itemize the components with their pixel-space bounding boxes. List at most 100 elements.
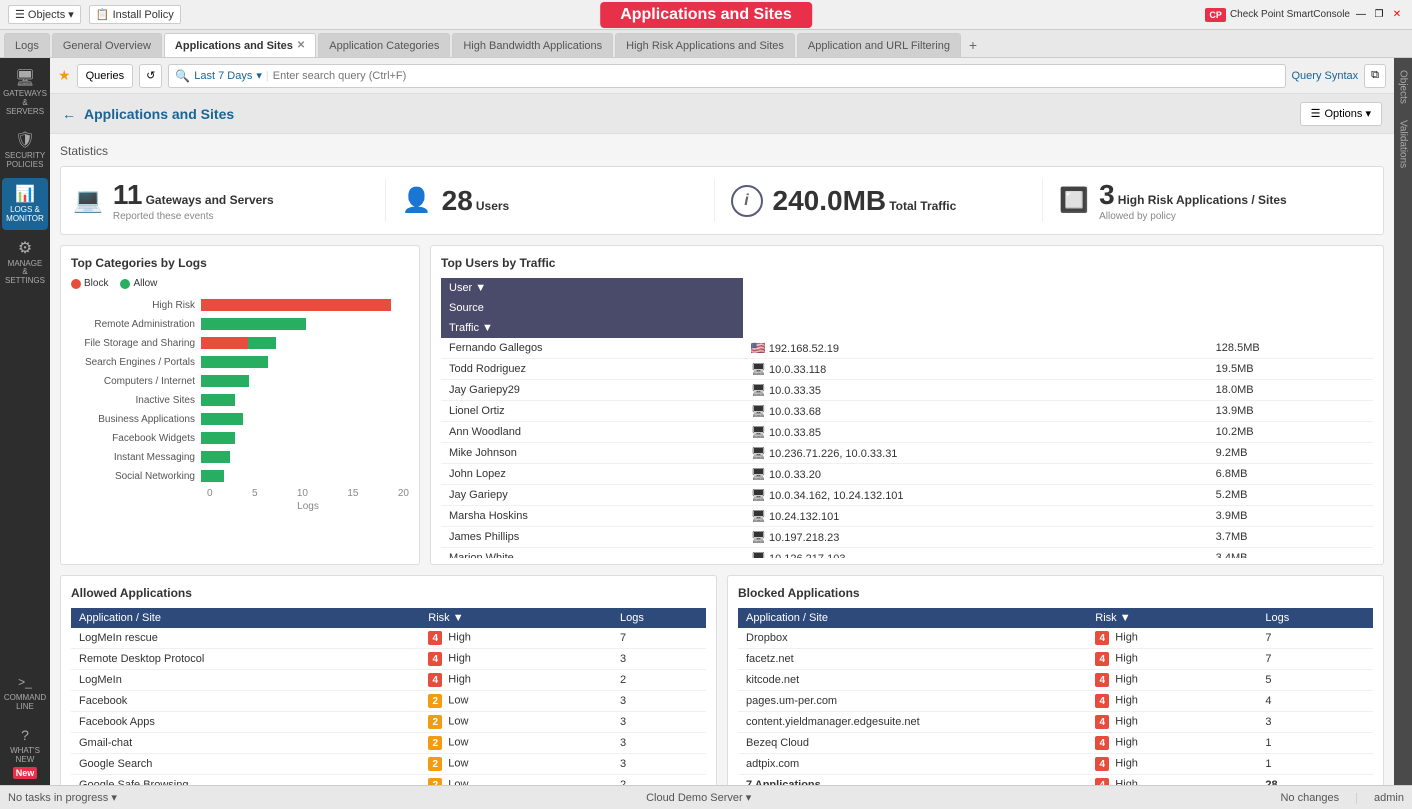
- col-logs[interactable]: Logs: [612, 608, 706, 628]
- table-row[interactable]: Lionel Ortiz 🖥 10.0.33.68 13.9MB: [441, 401, 1373, 422]
- table-row[interactable]: Jay Gariepy29 🖥 10.0.33.35 18.0MB: [441, 380, 1373, 401]
- table-row[interactable]: Google Safe Browsing 2 Low 2: [71, 775, 706, 786]
- risk-badge: 4: [1095, 736, 1109, 750]
- table-row[interactable]: Todd Rodriguez 🖥 10.0.33.118 19.5MB: [441, 359, 1373, 380]
- table-row[interactable]: Google Search 2 Low 3: [71, 754, 706, 775]
- search-input[interactable]: [273, 70, 1279, 82]
- col-blocked-app[interactable]: Application / Site: [738, 608, 1087, 628]
- block-dot: [71, 279, 81, 289]
- queries-button[interactable]: Queries: [77, 64, 134, 88]
- traffic-cell: 128.5MB: [1208, 338, 1373, 359]
- query-syntax-link[interactable]: Query Syntax: [1292, 70, 1359, 82]
- tab-logs[interactable]: Logs: [4, 33, 50, 57]
- top-categories-chart: Top Categories by Logs Block Allow: [60, 245, 420, 565]
- changes-status: No changes: [1280, 792, 1339, 804]
- refresh-button[interactable]: ↺: [139, 64, 162, 88]
- risk-badge: 2: [428, 736, 442, 750]
- close-button[interactable]: ✕: [1390, 8, 1404, 22]
- sidebar-item-security[interactable]: 🛡 SECURITY POLICIES: [2, 124, 48, 176]
- gateways-label: Gateways and Servers: [146, 193, 274, 207]
- table-row[interactable]: content.yieldmanager.edgesuite.net 4 Hig…: [738, 712, 1373, 733]
- gateways-icon: 🖥: [15, 68, 35, 88]
- refresh-icon: ↺: [146, 69, 155, 82]
- title-bar-left: ☰ Objects ▾ 📋 Install Policy: [8, 5, 181, 24]
- table-row[interactable]: adtpix.com 4 High 1: [738, 754, 1373, 775]
- user-cell: Marion White: [441, 548, 743, 559]
- risk-badge: 4: [428, 673, 442, 687]
- tab-bar: Logs General Overview Applications and S…: [0, 30, 1412, 58]
- back-button[interactable]: ←: [62, 106, 76, 122]
- table-row[interactable]: pages.um-per.com 4 High 4: [738, 691, 1373, 712]
- table-row[interactable]: Ann Woodland 🖥 10.0.33.85 10.2MB: [441, 422, 1373, 443]
- bar-row-facebook: Facebook Widgets: [71, 430, 409, 446]
- table-row[interactable]: Bezeq Cloud 4 High 1: [738, 733, 1373, 754]
- table-row[interactable]: Remote Desktop Protocol 4 High 3: [71, 649, 706, 670]
- table-row[interactable]: LogMeIn rescue 4 High 7: [71, 628, 706, 649]
- col-traffic[interactable]: Traffic ▼: [441, 318, 743, 338]
- tab-close-icon[interactable]: ✕: [297, 40, 305, 51]
- objects-panel-label[interactable]: Objects: [1396, 62, 1411, 112]
- tasks-status[interactable]: No tasks in progress ▾: [8, 791, 117, 804]
- app-cell: Facebook: [71, 691, 420, 712]
- high-risk-sub: Allowed by policy: [1099, 211, 1287, 222]
- table-row[interactable]: 7 Applications 4 High 28: [738, 775, 1373, 786]
- col-source[interactable]: Source: [441, 298, 743, 318]
- new-badge: New: [13, 767, 38, 779]
- col-risk[interactable]: Risk ▼: [420, 608, 612, 628]
- user-cell: Ann Woodland: [441, 422, 743, 443]
- table-row[interactable]: Facebook Apps 2 Low 3: [71, 712, 706, 733]
- risk-cell: 4 High: [1087, 628, 1257, 649]
- bar-chart: High Risk Remote Administration: [71, 297, 409, 512]
- sidebar-item-whats-new[interactable]: ? WHAT'S NEW New: [2, 719, 48, 785]
- tab-high-risk[interactable]: High Risk Applications and Sites: [615, 33, 795, 57]
- maximize-button[interactable]: ❐: [1372, 8, 1386, 22]
- table-row[interactable]: LogMeIn 4 High 2: [71, 670, 706, 691]
- table-row[interactable]: Marion White 🖥 10.126.217.103 3.4MB: [441, 548, 1373, 559]
- table-row[interactable]: James Phillips 🖥 10.197.218.23 3.7MB: [441, 527, 1373, 548]
- bar-green: [201, 318, 306, 330]
- col-user[interactable]: User ▼: [441, 278, 743, 298]
- sidebar-item-logs[interactable]: 📊 LOGS & MONITOR: [2, 178, 48, 230]
- risk-badge: 2: [428, 757, 442, 771]
- star-icon: ★: [58, 67, 71, 84]
- table-row[interactable]: Facebook 2 Low 3: [71, 691, 706, 712]
- table-row[interactable]: Fernando Gallegos 🇺🇸 192.168.52.19 128.5…: [441, 338, 1373, 359]
- table-row[interactable]: facetz.net 4 High 7: [738, 649, 1373, 670]
- table-row[interactable]: Mike Johnson 🖥 10.236.71.226, 10.0.33.31…: [441, 443, 1373, 464]
- table-row[interactable]: kitcode.net 4 High 5: [738, 670, 1373, 691]
- table-row[interactable]: Marsha Hoskins 🖥 10.24.132.101 3.9MB: [441, 506, 1373, 527]
- table-row[interactable]: Gmail-chat 2 Low 3: [71, 733, 706, 754]
- tab-application-categories[interactable]: Application Categories: [318, 33, 450, 57]
- options-button[interactable]: ☰ Options ▾: [1300, 102, 1382, 126]
- user-cell: Jay Gariepy: [441, 485, 743, 506]
- bar-track: [201, 356, 409, 368]
- col-app-site[interactable]: Application / Site: [71, 608, 420, 628]
- categories-legend: Block Allow: [71, 278, 409, 289]
- tab-add-button[interactable]: +: [963, 33, 983, 57]
- tab-url-filtering[interactable]: Application and URL Filtering: [797, 33, 961, 57]
- sidebar-item-manage[interactable]: ⚙ MANAGE & SETTINGS: [2, 232, 48, 292]
- col-blocked-risk[interactable]: Risk ▼: [1087, 608, 1257, 628]
- high-risk-label: High Risk Applications / Sites: [1118, 193, 1287, 207]
- sidebar-item-gateways[interactable]: 🖥 GATEWAYS & SERVERS: [2, 62, 48, 122]
- app-cell: facetz.net: [738, 649, 1087, 670]
- copy-button[interactable]: ⧉: [1364, 64, 1386, 88]
- bar-green: [201, 413, 243, 425]
- table-row[interactable]: Dropbox 4 High 7: [738, 628, 1373, 649]
- col-blocked-logs[interactable]: Logs: [1257, 608, 1373, 628]
- tab-applications-sites[interactable]: Applications and Sites ✕: [164, 33, 316, 57]
- tab-high-bandwidth[interactable]: High Bandwidth Applications: [452, 33, 613, 57]
- menu-install-policy[interactable]: 📋 Install Policy: [89, 5, 181, 24]
- minimize-button[interactable]: —: [1354, 8, 1368, 22]
- blocked-apps-title: Blocked Applications: [738, 586, 1373, 600]
- logs-cell: 3: [612, 691, 706, 712]
- menu-objects[interactable]: ☰ Objects ▾: [8, 5, 81, 24]
- validations-panel-label[interactable]: Validations: [1396, 112, 1411, 176]
- sidebar-item-command-line[interactable]: >_ COMMAND LINE: [2, 666, 48, 718]
- table-row[interactable]: Jay Gariepy 🖥 10.0.34.162, 10.24.132.101…: [441, 485, 1373, 506]
- time-filter-button[interactable]: Last 7 Days ▾: [194, 64, 262, 88]
- tab-general-overview[interactable]: General Overview: [52, 33, 162, 57]
- charts-row: Top Categories by Logs Block Allow: [60, 245, 1384, 565]
- table-row[interactable]: John Lopez 🖥 10.0.33.20 6.8MB: [441, 464, 1373, 485]
- server-info[interactable]: Cloud Demo Server ▾: [133, 791, 1265, 804]
